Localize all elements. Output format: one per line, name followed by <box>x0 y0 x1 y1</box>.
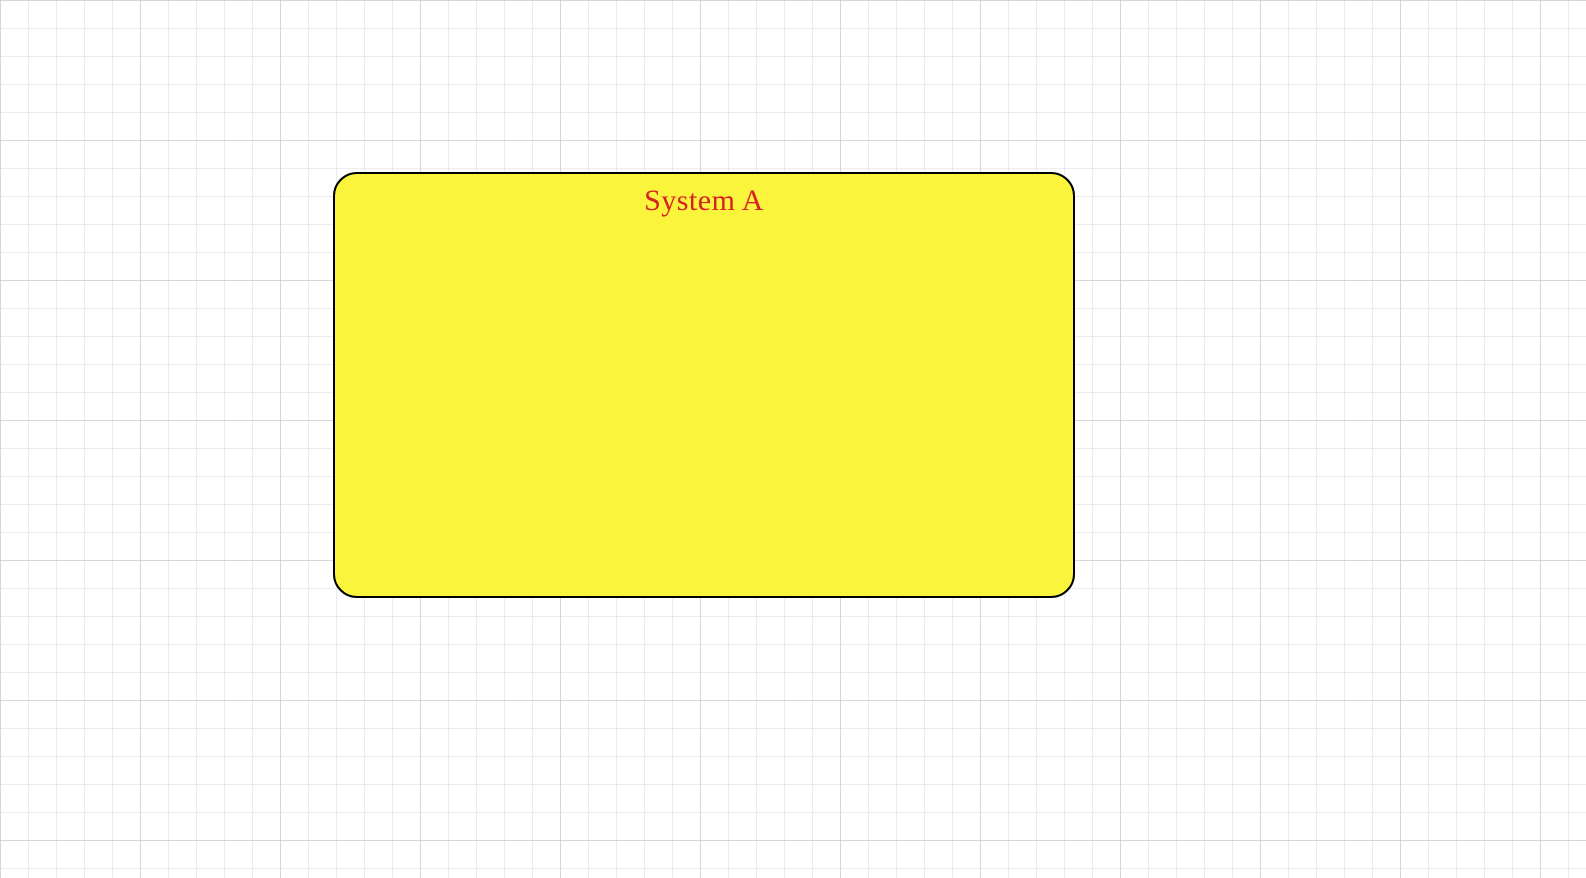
system-a-label: System A <box>644 184 764 217</box>
system-a-box[interactable]: System A <box>333 172 1075 598</box>
